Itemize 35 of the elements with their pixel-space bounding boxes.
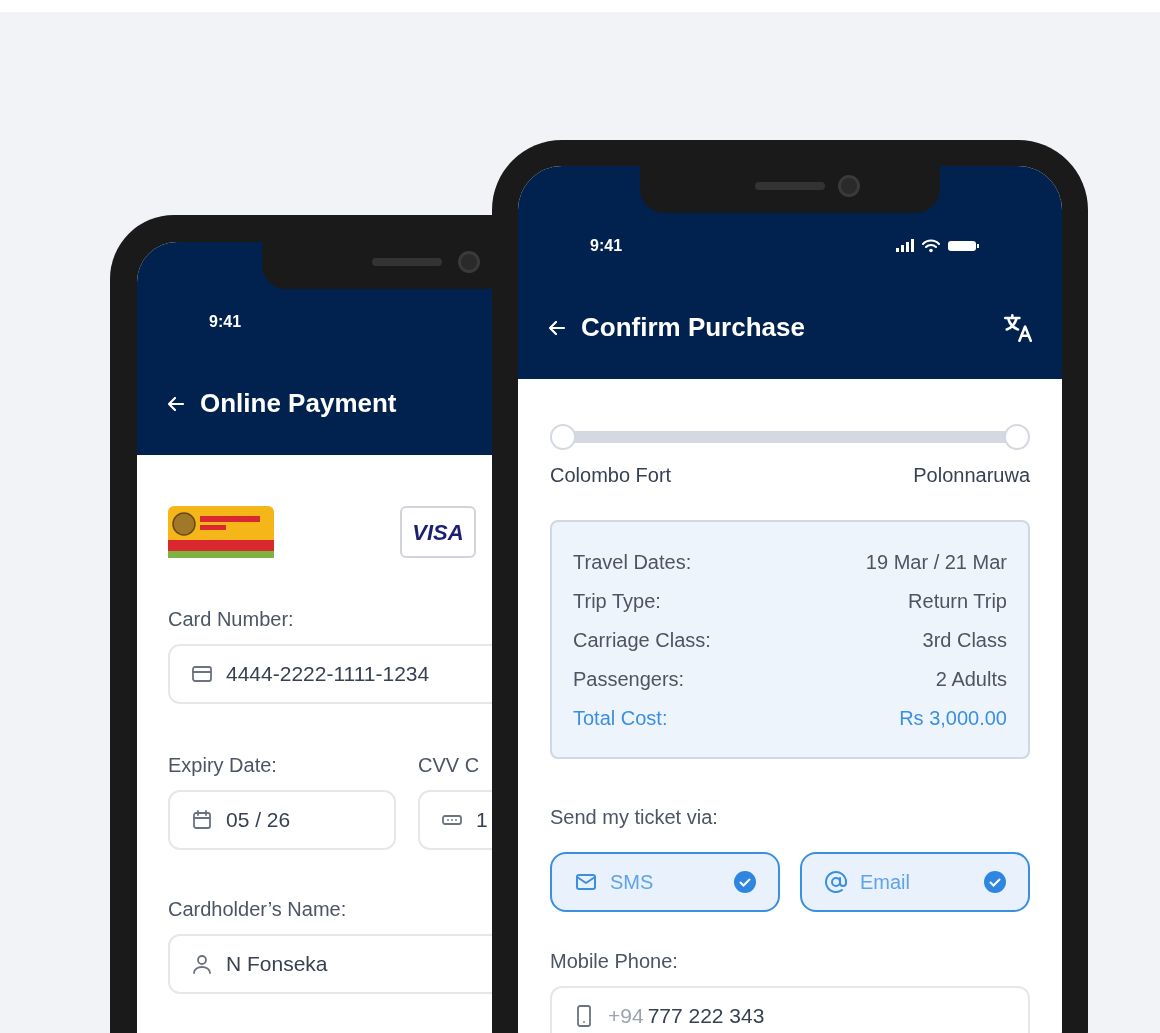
status-time: 9:41 [590,236,623,256]
field-label: Send my ticket via: [550,805,719,830]
field-label: Card Number: [168,607,295,632]
summary-value: 19 Mar / 21 Mar [865,550,1007,575]
summary-value: Rs 3,000.00 [899,706,1007,731]
screen-title: Confirm Purchase [581,311,805,344]
origin-station: Colombo Fort [550,463,672,488]
country-code: +94 [608,1003,644,1030]
summary-label: Total Cost: [573,706,668,731]
field-label: Expiry Date: [168,753,278,778]
phone-number: 777 222 343 [647,1003,765,1030]
summary-label: Trip Type: [573,589,661,614]
check-circle-icon [984,871,1006,893]
battery-icon [948,240,980,252]
card-brand-logo: VISA [400,506,476,558]
destination-station: Polonnaruwa [913,463,1030,488]
summary-value: 3rd Class [922,628,1007,653]
summary-label: Carriage Class: [573,628,711,653]
screen-title: Online Payment [200,387,397,420]
summary-value: Return Trip [908,589,1007,614]
at-sign-icon [824,870,848,894]
field-label: Cardholder’s Name: [168,897,348,922]
calendar-icon [190,808,214,832]
check-circle-icon [734,871,756,893]
input-field[interactable]: 05 / 26 [168,790,396,850]
input-field[interactable]: +94 777 222 343 [550,986,1030,1033]
user-icon [190,952,214,976]
field-label: Mobile Phone: [550,949,679,974]
summary-value: 2 Adults [935,667,1007,692]
status-time: 9:41 [209,312,243,332]
summary-label: Passengers: [573,667,685,692]
summary-label: Travel Dates: [573,550,692,575]
wifi-icon [922,239,940,253]
signal-icon [896,239,914,253]
field-label: CVV C [418,753,481,778]
